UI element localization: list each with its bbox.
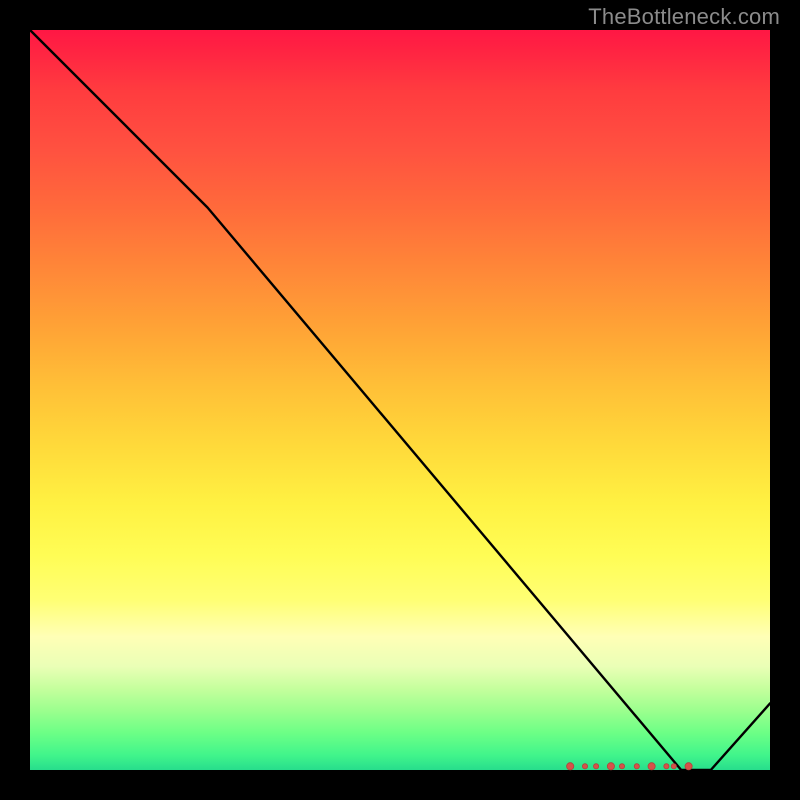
minimum-markers <box>567 763 693 770</box>
series-line <box>30 30 770 770</box>
min-marker-dot <box>685 763 692 770</box>
min-marker-dot <box>634 764 639 769</box>
attribution-text: TheBottleneck.com <box>588 4 780 30</box>
chart-svg <box>30 30 770 770</box>
chart-container: TheBottleneck.com <box>0 0 800 800</box>
min-marker-dot <box>594 764 599 769</box>
min-marker-dot <box>671 764 676 769</box>
min-marker-dot <box>567 763 574 770</box>
min-marker-dot <box>648 763 655 770</box>
min-marker-dot <box>582 764 587 769</box>
min-marker-dot <box>619 764 624 769</box>
min-marker-dot <box>664 764 669 769</box>
min-marker-dot <box>607 763 614 770</box>
